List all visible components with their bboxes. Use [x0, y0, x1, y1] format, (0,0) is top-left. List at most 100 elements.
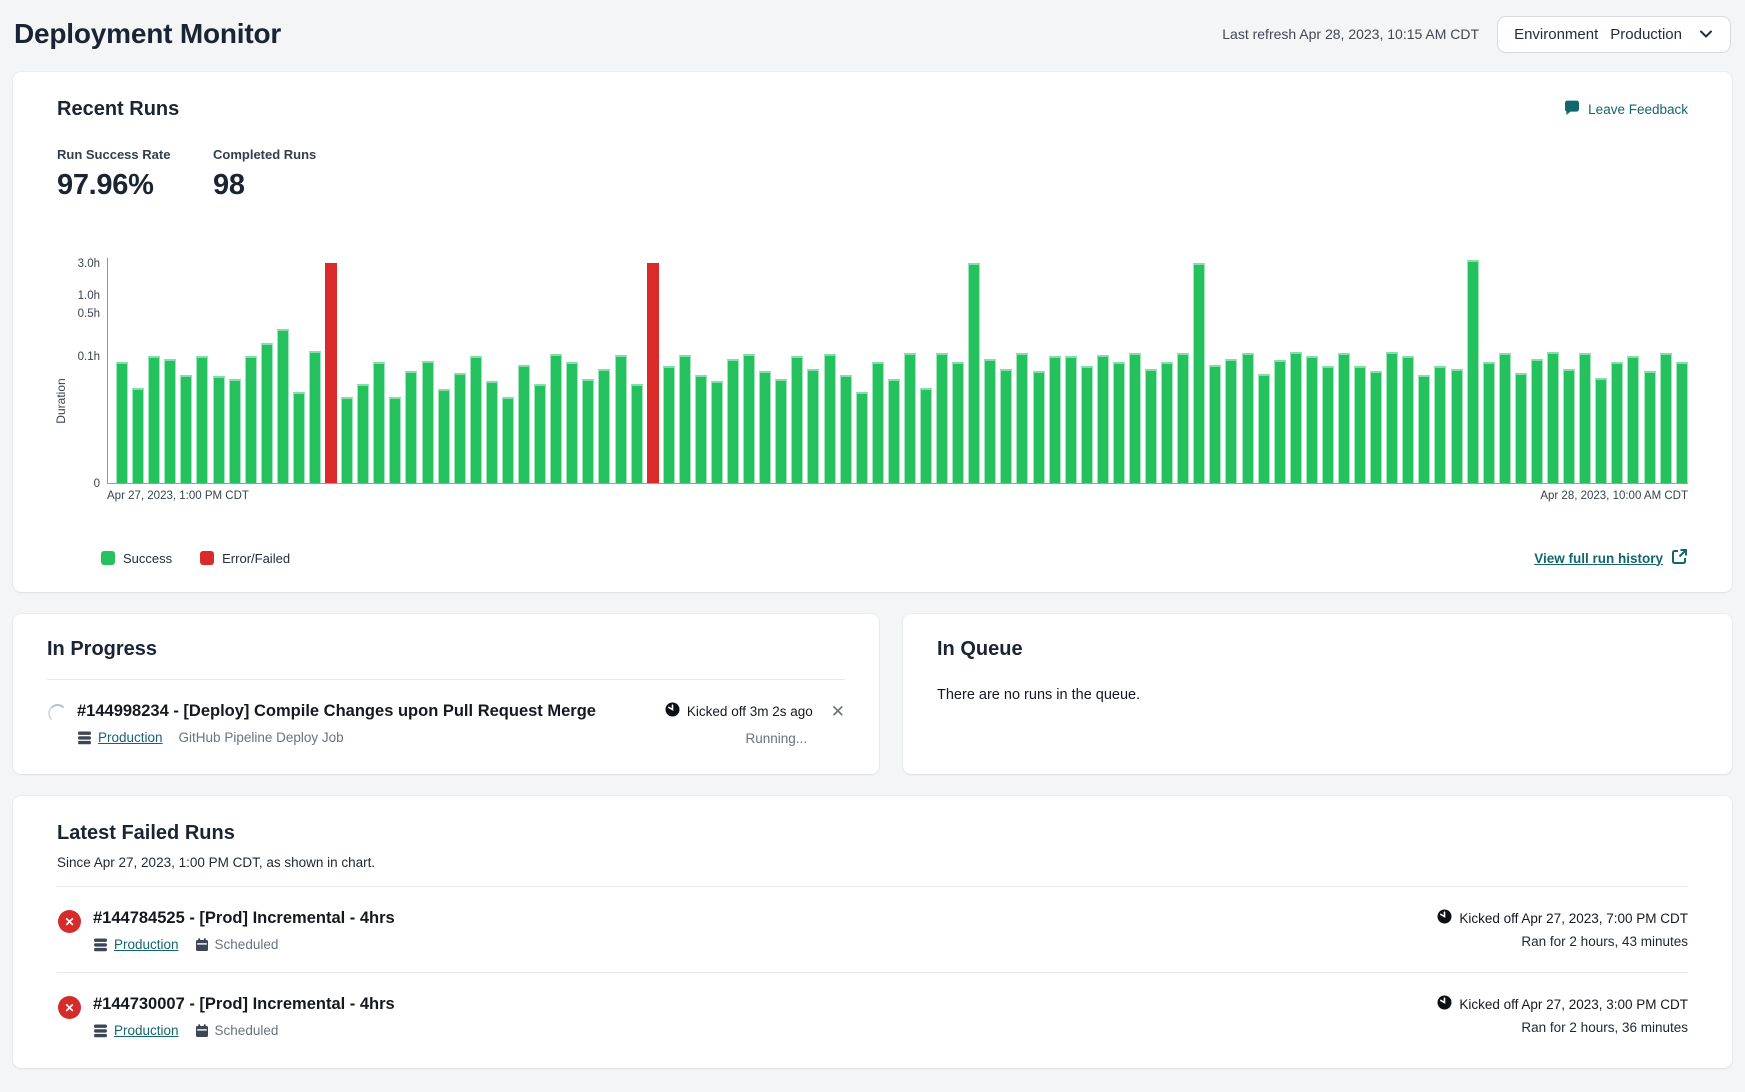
- chart-bar[interactable]: [1016, 353, 1028, 483]
- chart-bar[interactable]: [695, 375, 707, 483]
- chart-bar[interactable]: [277, 329, 289, 483]
- chart-bar[interactable]: [1644, 371, 1656, 483]
- chart-bar[interactable]: [1209, 365, 1221, 483]
- chart-bar[interactable]: [1402, 356, 1414, 483]
- chart-bar[interactable]: [309, 351, 321, 483]
- chart-bar[interactable]: [229, 379, 241, 483]
- chart-bar[interactable]: [325, 263, 337, 483]
- chart-bar[interactable]: [1193, 263, 1205, 483]
- chart-bar[interactable]: [1177, 353, 1189, 483]
- chart-bar[interactable]: [357, 384, 369, 483]
- chart-bar[interactable]: [213, 376, 225, 483]
- chart-bar[interactable]: [341, 397, 353, 483]
- chart-bar[interactable]: [518, 365, 530, 483]
- chart-bar[interactable]: [261, 343, 273, 483]
- chart-bar[interactable]: [679, 355, 691, 483]
- chart-bar[interactable]: [373, 362, 385, 483]
- chart-bar[interactable]: [743, 354, 755, 483]
- chart-bar[interactable]: [1049, 356, 1061, 483]
- view-full-run-history-link[interactable]: View full run history: [1534, 548, 1688, 568]
- chart-bar[interactable]: [116, 362, 128, 483]
- chart-bar[interactable]: [1660, 353, 1672, 483]
- chart-bar[interactable]: [840, 375, 852, 483]
- chart-bar[interactable]: [1370, 371, 1382, 483]
- chart-bar[interactable]: [1242, 353, 1254, 483]
- chart-bar[interactable]: [1225, 359, 1237, 484]
- chart-bar[interactable]: [807, 369, 819, 483]
- chart-bar[interactable]: [1065, 356, 1077, 484]
- chart-bar[interactable]: [1579, 353, 1591, 483]
- chart-bar[interactable]: [1097, 355, 1109, 483]
- chart-bar[interactable]: [196, 356, 208, 483]
- chart-bar[interactable]: [1499, 353, 1511, 483]
- chart-bar[interactable]: [615, 355, 627, 483]
- chart-bar[interactable]: [438, 389, 450, 483]
- chart-bar[interactable]: [968, 263, 980, 483]
- chart-bar[interactable]: [502, 397, 514, 483]
- chart-bar[interactable]: [936, 353, 948, 483]
- chart-bar[interactable]: [1467, 260, 1479, 483]
- chart-bar[interactable]: [486, 381, 498, 483]
- chart-bar[interactable]: [775, 379, 787, 483]
- chart-bar[interactable]: [1306, 356, 1318, 483]
- chart-bar[interactable]: [888, 379, 900, 483]
- chart-bar[interactable]: [872, 362, 884, 483]
- chart-bar[interactable]: [1338, 353, 1350, 483]
- chart-bar[interactable]: [164, 359, 176, 484]
- environment-link[interactable]: Production: [93, 1023, 179, 1038]
- chart-bar[interactable]: [984, 359, 996, 484]
- chart-bar[interactable]: [856, 392, 868, 483]
- chart-bar[interactable]: [389, 397, 401, 483]
- chart-bar[interactable]: [1531, 359, 1543, 484]
- chart-bar[interactable]: [1418, 375, 1430, 483]
- chart-bar[interactable]: [1434, 366, 1446, 483]
- chart-bar[interactable]: [566, 362, 578, 483]
- chart-bar[interactable]: [1129, 353, 1141, 483]
- chart-bar[interactable]: [1611, 362, 1623, 483]
- chart-bar[interactable]: [454, 373, 466, 484]
- chart-bar[interactable]: [470, 356, 482, 483]
- chart-bar[interactable]: [582, 379, 594, 483]
- chart-bar[interactable]: [422, 361, 434, 483]
- chart-bar[interactable]: [1676, 362, 1688, 483]
- environment-link[interactable]: Production: [77, 730, 163, 745]
- chart-bar[interactable]: [550, 354, 562, 483]
- chart-bar[interactable]: [631, 384, 643, 483]
- chart-bar[interactable]: [1145, 369, 1157, 483]
- leave-feedback-link[interactable]: Leave Feedback: [1563, 100, 1688, 119]
- chart-bar[interactable]: [711, 381, 723, 483]
- chart-bar[interactable]: [1627, 356, 1639, 483]
- environment-dropdown[interactable]: Environment Production: [1497, 16, 1731, 53]
- chart-bar[interactable]: [824, 354, 836, 483]
- chart-bar[interactable]: [647, 263, 659, 483]
- chart-bar[interactable]: [920, 388, 932, 483]
- chart-bar[interactable]: [1563, 369, 1575, 483]
- chart-bar[interactable]: [1113, 362, 1125, 483]
- chart-bar[interactable]: [1595, 378, 1607, 483]
- chart-bar[interactable]: [1547, 352, 1559, 483]
- chart-bar[interactable]: [1274, 360, 1286, 483]
- chart-bar[interactable]: [132, 388, 144, 483]
- chart-bar[interactable]: [1515, 373, 1527, 484]
- chart-bar[interactable]: [293, 392, 305, 483]
- chart-bar[interactable]: [1290, 352, 1302, 483]
- chart-bar[interactable]: [759, 371, 771, 483]
- chart-bar[interactable]: [1483, 362, 1495, 483]
- chart-bar[interactable]: [1322, 366, 1334, 483]
- chart-bar[interactable]: [1386, 352, 1398, 483]
- chart-bar[interactable]: [1081, 366, 1093, 483]
- chart-bar[interactable]: [1258, 374, 1270, 483]
- chart-bar[interactable]: [727, 359, 739, 484]
- chart-bar[interactable]: [598, 369, 610, 483]
- chart-bar[interactable]: [1451, 369, 1463, 483]
- chart-bar[interactable]: [405, 371, 417, 483]
- environment-link[interactable]: Production: [93, 937, 179, 952]
- chart-bar[interactable]: [180, 375, 192, 483]
- chart-bar[interactable]: [1033, 371, 1045, 483]
- chart-bar[interactable]: [663, 366, 675, 483]
- close-icon[interactable]: ✕: [831, 703, 845, 720]
- chart-bar[interactable]: [1161, 362, 1173, 483]
- chart-bar[interactable]: [952, 362, 964, 483]
- chart-bar[interactable]: [245, 356, 257, 483]
- chart-bar[interactable]: [904, 353, 916, 483]
